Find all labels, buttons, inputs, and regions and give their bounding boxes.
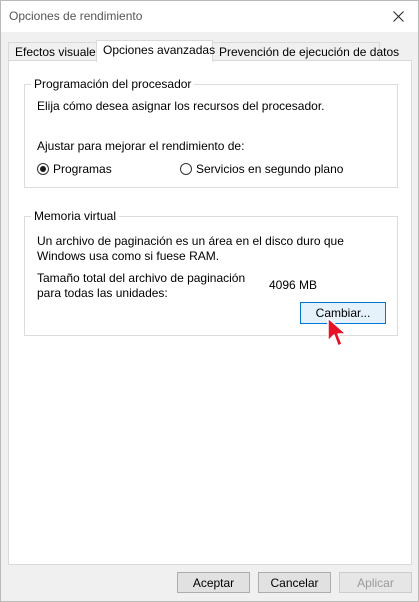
- paging-total-label-line1: Tamaño total del archivo de paginación: [37, 271, 246, 285]
- performance-options-window: Opciones de rendimiento Efectos visuales…: [0, 0, 419, 602]
- radio-programs[interactable]: Programas: [37, 162, 112, 176]
- close-button[interactable]: [378, 1, 418, 32]
- tab-panel: Programación del procesador Elija cómo d…: [8, 60, 412, 565]
- memory-description-line1: Un archivo de paginación es un área en e…: [37, 234, 344, 248]
- apply-button[interactable]: Aplicar: [339, 572, 412, 593]
- radio-label: Servicios en segundo plano: [196, 162, 344, 176]
- tab-advanced-options[interactable]: Opciones avanzadas: [96, 40, 216, 62]
- radio-label: Programas: [53, 162, 112, 176]
- group-title: Memoria virtual: [31, 209, 120, 223]
- tab-visual-effects[interactable]: Efectos visuales: [8, 42, 102, 60]
- paging-total-label-line2: para todas las unidades:: [37, 286, 168, 300]
- processor-description: Elija cómo desea asignar los recursos de…: [37, 99, 325, 113]
- title-bar[interactable]: Opciones de rendimiento: [1, 1, 418, 32]
- radio-button[interactable]: [37, 163, 49, 175]
- processor-scheduling-group: Programación del procesador Elija cómo d…: [24, 77, 398, 188]
- group-title: Programación del procesador: [31, 77, 195, 91]
- memory-description-line2: Windows usa como si fuese RAM.: [37, 249, 220, 263]
- radio-selected-dot: [40, 166, 46, 172]
- cancel-button[interactable]: Cancelar: [258, 572, 331, 593]
- accept-button[interactable]: Aceptar: [177, 572, 250, 593]
- tab-label: Efectos visuales: [15, 45, 102, 59]
- tab-label: Prevención de ejecución de datos: [219, 45, 400, 59]
- radio-button[interactable]: [180, 163, 192, 175]
- adjust-label: Ajustar para mejorar el rendimiento de:: [37, 139, 245, 153]
- mouse-pointer-icon: [327, 317, 347, 347]
- close-icon: [392, 11, 404, 22]
- tab-data-execution-prevention[interactable]: Prevención de ejecución de datos: [212, 42, 399, 60]
- tab-label: Opciones avanzadas: [103, 43, 216, 57]
- radio-background-services[interactable]: Servicios en segundo plano: [180, 162, 343, 176]
- window-title: Opciones de rendimiento: [9, 9, 143, 23]
- paging-total-value: 4096 MB: [269, 278, 318, 292]
